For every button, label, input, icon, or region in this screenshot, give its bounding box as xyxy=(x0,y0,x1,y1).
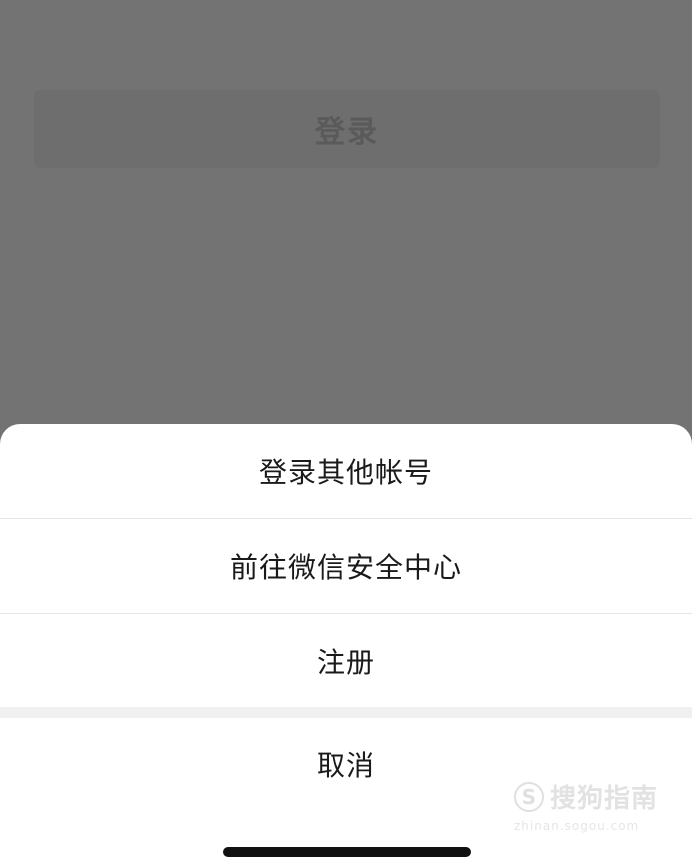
section-gap xyxy=(0,707,692,718)
sogou-logo-icon: S xyxy=(514,781,544,812)
login-button-label: 登录 xyxy=(315,115,379,150)
watermark-brand: 搜狗指南 xyxy=(550,784,659,814)
login-other-account-label: 登录其他帐号 xyxy=(258,456,433,489)
watermark-url: zhinan.sogou.com xyxy=(514,819,640,833)
cancel-label: 取消 xyxy=(316,749,375,782)
home-indicator[interactable] xyxy=(223,847,471,857)
login-other-account-option[interactable]: 登录其他帐号 xyxy=(0,424,692,518)
login-button: 登录 xyxy=(34,90,660,168)
register-option[interactable]: 注册 xyxy=(0,614,692,708)
watermark: S 搜狗指南 zhinan.sogou.com xyxy=(514,778,674,848)
wechat-security-center-label: 前往微信安全中心 xyxy=(229,551,462,584)
wechat-security-center-option[interactable]: 前往微信安全中心 xyxy=(0,519,692,613)
register-label: 注册 xyxy=(316,646,375,679)
